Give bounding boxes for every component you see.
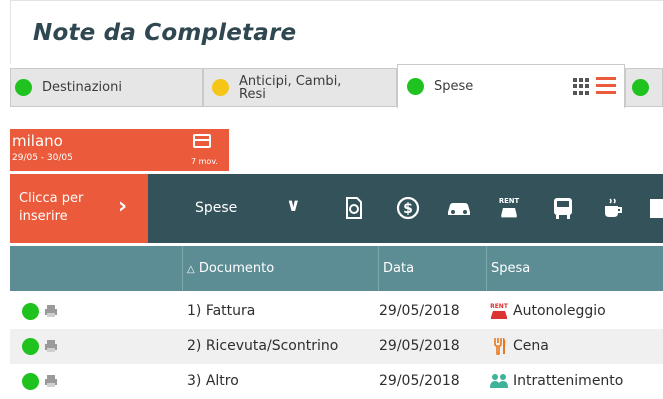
people-icon: [490, 374, 508, 388]
table-row[interactable]: 2) Ricevuta/Scontrino 29/05/2018 Cena: [10, 329, 663, 364]
city-name: milano: [12, 132, 63, 150]
tab-spese[interactable]: Spese: [397, 64, 625, 108]
svg-text:RENT: RENT: [499, 197, 520, 205]
left-border: [10, 0, 11, 64]
printer-icon[interactable]: [44, 304, 58, 318]
status-dot: [407, 78, 424, 95]
cell-data: 29/05/2018: [379, 303, 460, 319]
cell-data: 29/05/2018: [379, 338, 460, 354]
svg-text:RENT: RENT: [490, 303, 509, 310]
money-icon[interactable]: $: [396, 196, 420, 220]
header-spesa[interactable]: Spesa: [486, 246, 663, 291]
chevron-right-icon: ›: [118, 194, 128, 219]
more-icon[interactable]: [648, 196, 663, 220]
insert-label: Clicca per inserire: [19, 191, 84, 224]
cell-documento: 3) Altro: [187, 373, 239, 389]
status-dot: [22, 373, 39, 390]
table-row[interactable]: 1) Fattura 29/05/2018 RENT Autonoleggio: [10, 294, 663, 329]
receipt-icon[interactable]: [342, 196, 366, 220]
city-dates: 29/05 - 30/05: [12, 153, 73, 163]
header-data[interactable]: Data: [378, 246, 486, 291]
printer-icon[interactable]: [44, 374, 58, 388]
cell-documento: 2) Ricevuta/Scontrino: [187, 338, 339, 354]
insert-button[interactable]: Clicca per inserire ›: [10, 174, 148, 243]
category-select[interactable]: Spese: [195, 200, 237, 216]
list-view-icon[interactable]: [596, 77, 616, 95]
svg-text:$: $: [403, 201, 413, 217]
rent-car-icon: RENT: [490, 303, 509, 319]
fork-knife-icon: [494, 338, 506, 355]
cell-documento: 1) Fattura: [187, 303, 256, 319]
grid-view-icon[interactable]: [573, 78, 590, 95]
bus-icon[interactable]: [551, 196, 575, 220]
expense-toolbar: Spese ∨ $ RENT: [148, 174, 663, 243]
printer-icon[interactable]: [44, 339, 58, 353]
cell-spesa: Autonoleggio: [513, 303, 606, 319]
movement-count: 7 mov.: [191, 157, 218, 166]
cell-spesa: Cena: [513, 338, 549, 354]
table-header: △ Documento Data Spesa: [10, 246, 663, 291]
header-documento[interactable]: △ Documento: [182, 246, 378, 291]
page-title: Note da Completare: [33, 20, 297, 46]
status-dot: [212, 79, 229, 96]
cell-spesa: Intrattenimento: [513, 373, 624, 389]
tab-bar: Destinazioni Anticipi, Cambi, Resi Spese: [10, 64, 663, 108]
status-dot: [632, 79, 649, 96]
destination-card[interactable]: milano 29/05 - 30/05 7 mov.: [10, 129, 229, 171]
ticket-icon: [193, 134, 211, 148]
car-icon[interactable]: [445, 196, 473, 220]
tab-anticipi[interactable]: Anticipi, Cambi, Resi: [203, 68, 397, 106]
status-dot: [22, 303, 39, 320]
tab-label: Destinazioni: [42, 80, 122, 95]
table-row[interactable]: 3) Altro 29/05/2018 Intrattenimento: [10, 364, 663, 399]
top-border: [10, 0, 663, 1]
rent-icon[interactable]: RENT: [496, 196, 522, 220]
chevron-down-icon[interactable]: ∨: [286, 195, 301, 216]
tab-destinazioni[interactable]: Destinazioni: [10, 68, 203, 106]
sort-icon: △: [187, 264, 195, 275]
tab-label: Anticipi, Cambi, Resi: [239, 73, 342, 102]
tab-label: Spese: [434, 79, 474, 94]
coffee-icon[interactable]: [601, 196, 625, 220]
header-status: [10, 246, 182, 291]
status-dot: [22, 338, 39, 355]
cell-data: 29/05/2018: [379, 373, 460, 389]
status-dot: [15, 79, 32, 96]
tab-next[interactable]: [625, 68, 663, 106]
